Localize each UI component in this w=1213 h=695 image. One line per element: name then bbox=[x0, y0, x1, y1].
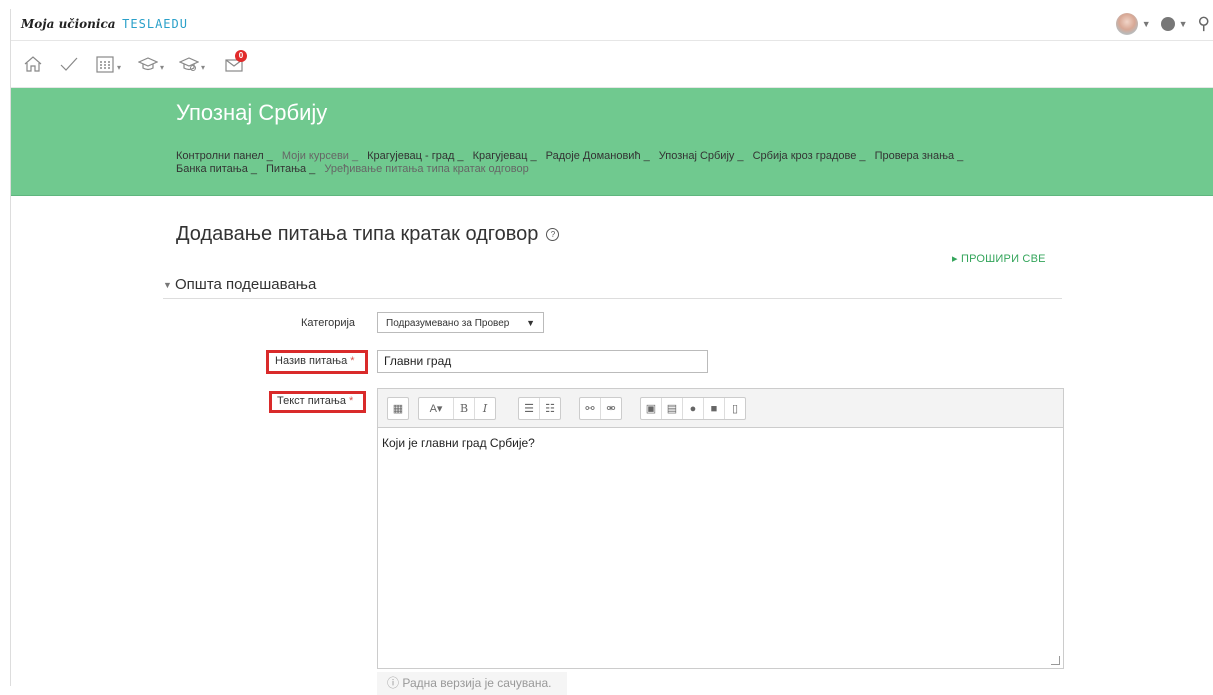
unordered-list-icon[interactable]: ☰ bbox=[519, 398, 539, 419]
help-icon[interactable]: ? bbox=[546, 228, 560, 242]
envelope-icon[interactable]: 0 bbox=[224, 50, 247, 73]
breadcrumb-item[interactable]: Контролни панел _ bbox=[176, 150, 276, 162]
logo-text: Moja učionica bbox=[21, 17, 116, 31]
breadcrumb-item[interactable]: Банка питања _ bbox=[176, 163, 260, 175]
graduation-cap-icon[interactable]: ▾ bbox=[138, 55, 164, 73]
microphone-icon[interactable]: ● bbox=[682, 398, 703, 419]
font-style-icon[interactable]: A▾ bbox=[419, 398, 453, 419]
toolbar-group: A▾ B I bbox=[418, 397, 496, 420]
course-header: Упознај Србију Контролни панел _ Моји кур… bbox=[11, 88, 1213, 196]
breadcrumb: Контролни панел _ Моји курсеви _ Крагујева… bbox=[176, 150, 1046, 176]
manage-files-icon[interactable]: ▯ bbox=[724, 398, 745, 419]
question-text-editor[interactable]: ▦ A▾ B I ☰ ☷ ⚯ ⚮ ▣ ▤ ● ■ ▯ Који је главн… bbox=[377, 388, 1064, 669]
avatar[interactable] bbox=[1115, 13, 1138, 35]
toolbar-group: ☰ ☷ bbox=[518, 397, 561, 420]
breadcrumb-item[interactable]: Упознај Србију _ bbox=[659, 150, 747, 162]
breadcrumb-item[interactable]: Крагујевац - град _ bbox=[367, 150, 466, 162]
italic-icon[interactable]: I bbox=[474, 398, 495, 419]
chevron-down-icon[interactable]: ▼ bbox=[1179, 19, 1188, 29]
required-mark: * bbox=[350, 355, 355, 367]
breadcrumb-item[interactable]: Србија кроз градове _ bbox=[753, 150, 869, 162]
home-icon[interactable] bbox=[23, 55, 43, 73]
collapse-arrow-icon[interactable]: ▼ bbox=[163, 280, 172, 290]
top-navbar: Moja učionica TESLAEDU ▼ ▼ ⚲ bbox=[11, 9, 1213, 41]
question-name-label: Назив питања * bbox=[275, 355, 355, 367]
toolbar-group: ▣ ▤ ● ■ ▯ bbox=[640, 397, 746, 420]
link-icon[interactable]: ⚯ bbox=[580, 398, 600, 419]
calendar-icon[interactable]: ▾ bbox=[95, 55, 121, 73]
required-mark: * bbox=[349, 395, 354, 407]
breadcrumb-current: Уређивање питања типа кратак одговор bbox=[324, 163, 529, 175]
toolbar-toggle-icon[interactable]: ▦ bbox=[388, 398, 408, 419]
toolbar-group: ▦ bbox=[387, 397, 409, 420]
user-menu-area: ▼ ▼ ⚲ bbox=[1115, 11, 1213, 37]
video-icon[interactable]: ■ bbox=[703, 398, 724, 419]
breadcrumb-item[interactable]: Крагујевац _ bbox=[473, 150, 540, 162]
ordered-list-icon[interactable]: ☷ bbox=[539, 398, 560, 419]
resize-handle-icon[interactable] bbox=[1051, 656, 1060, 665]
section-title: Општа подешавања bbox=[175, 276, 317, 293]
breadcrumb-item[interactable]: Радоје Домановић _ bbox=[546, 150, 653, 162]
quick-icons-bar: ▾ ▾ ▾ 0 bbox=[11, 41, 1213, 88]
page-title: Додавање питања типа кратак одговор? bbox=[176, 223, 560, 246]
question-name-input[interactable]: Главни град bbox=[377, 350, 708, 373]
question-text-label: Текст питања * bbox=[277, 395, 354, 407]
chevron-down-icon: ▼ bbox=[526, 318, 535, 328]
window-margin bbox=[0, 0, 10, 686]
site-logo[interactable]: Moja učionica TESLAEDU bbox=[21, 16, 188, 31]
search-icon[interactable]: ⚲ bbox=[1198, 14, 1210, 34]
toolbar-group: ⚯ ⚮ bbox=[579, 397, 622, 420]
course-title: Упознај Србију bbox=[176, 100, 328, 125]
image-icon[interactable]: ▣ bbox=[641, 398, 661, 419]
logo-brand: TESLAEDU bbox=[122, 17, 188, 31]
editor-toolbar: ▦ A▾ B I ☰ ☷ ⚯ ⚮ ▣ ▤ ● ■ ▯ bbox=[378, 389, 1063, 428]
editor-content[interactable]: Који је главни град Србије? bbox=[378, 428, 1063, 458]
bold-icon[interactable]: B bbox=[453, 398, 474, 419]
graduation-cap-settings-icon[interactable]: ▾ bbox=[179, 55, 205, 73]
globe-icon[interactable] bbox=[1160, 17, 1175, 31]
draft-saved-note: ⓘ Радна верзија је сачувана. bbox=[377, 672, 567, 695]
media-icon[interactable]: ▤ bbox=[661, 398, 682, 419]
check-icon[interactable] bbox=[59, 55, 79, 73]
category-select[interactable]: Подразумевано за Провер ▼ bbox=[377, 312, 544, 333]
breadcrumb-item[interactable]: Провера знања _ bbox=[875, 150, 967, 162]
category-label: Категорија bbox=[301, 317, 356, 329]
chevron-down-icon[interactable]: ▼ bbox=[1142, 19, 1151, 29]
breadcrumb-item[interactable]: Питања _ bbox=[266, 163, 318, 175]
message-count-badge: 0 bbox=[235, 50, 247, 62]
category-selected-value: Подразумевано за Провер bbox=[386, 318, 510, 329]
general-settings-header[interactable]: ▼ Општа подешавања bbox=[163, 274, 1062, 299]
page: Moja učionica TESLAEDU ▼ ▼ ⚲ ▾ ▾ ▾ 0 Упо… bbox=[10, 9, 1213, 695]
unlink-icon[interactable]: ⚮ bbox=[600, 398, 621, 419]
breadcrumb-item[interactable]: Моји курсеви _ bbox=[282, 150, 361, 162]
expand-all-link[interactable]: ▸ ПРОШИРИ СВЕ bbox=[952, 252, 1046, 265]
